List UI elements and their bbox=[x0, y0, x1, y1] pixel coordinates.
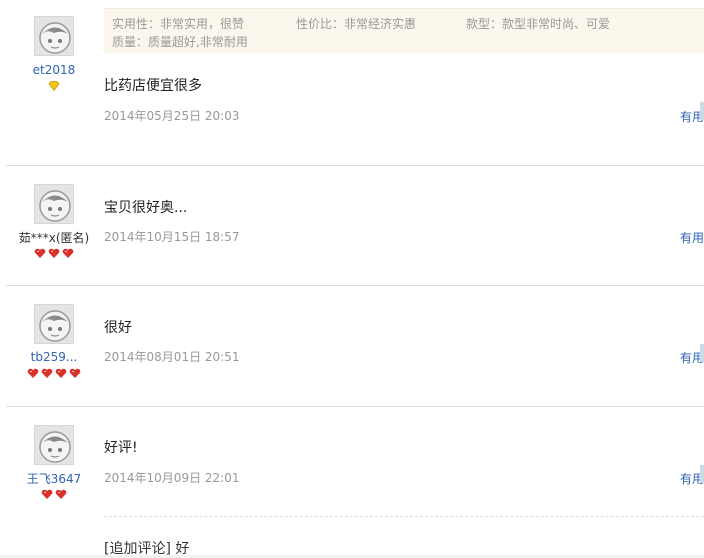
divider bbox=[6, 165, 704, 166]
review-date: 2014年10月15日 18:57 bbox=[104, 230, 240, 244]
scrollbar-edge[interactable] bbox=[700, 344, 704, 362]
review-tags-box: 实用性：非常实用，很赞 性价比：非常经济实惠 款型：款型非常时尚、可爱 质量：质… bbox=[104, 8, 704, 53]
reviewer-level bbox=[4, 489, 104, 500]
scrollbar-edge[interactable] bbox=[700, 102, 704, 120]
red-heart-icon bbox=[34, 248, 46, 258]
red-heart-icon bbox=[41, 489, 53, 499]
tag-value: 性价比：非常经济实惠 bbox=[296, 17, 417, 31]
avatar[interactable] bbox=[34, 16, 74, 56]
review-date: 2014年08月01日 20:51 bbox=[104, 350, 240, 364]
default-avatar-icon bbox=[39, 431, 71, 463]
red-heart-icon bbox=[48, 248, 60, 258]
red-heart-icon bbox=[55, 368, 67, 378]
scrollbar-edge[interactable] bbox=[700, 465, 704, 483]
reviewer-level bbox=[4, 248, 104, 259]
review-text: 好评! bbox=[104, 440, 138, 456]
useful-button[interactable]: 有用 bbox=[680, 229, 704, 246]
reviewer-name[interactable]: 王飞3647 bbox=[4, 470, 104, 487]
review-text: 宝贝很好奥... bbox=[104, 200, 188, 216]
reviewer-name[interactable]: tb259... bbox=[4, 350, 104, 364]
default-avatar-icon bbox=[39, 22, 71, 54]
tag-style: 款型：款型非常时尚、可爱 bbox=[466, 17, 611, 31]
tag-quality: 质量：质量超好,非常耐用 bbox=[112, 35, 248, 49]
red-heart-icon bbox=[55, 489, 67, 499]
avatar[interactable] bbox=[34, 425, 74, 465]
red-heart-icon bbox=[69, 368, 81, 378]
reviewer-name: 茹***x(匿名) bbox=[18, 231, 90, 245]
yellow-diamond-icon bbox=[48, 81, 60, 91]
avatar[interactable] bbox=[34, 304, 74, 344]
red-heart-icon bbox=[41, 368, 53, 378]
divider bbox=[6, 406, 704, 407]
avatar[interactable] bbox=[34, 184, 74, 224]
review-date: 2014年10月09日 22:01 bbox=[104, 471, 240, 485]
review-date: 2014年05月25日 20:03 bbox=[104, 109, 240, 123]
reviewer-level bbox=[4, 81, 104, 91]
red-heart-icon bbox=[62, 248, 74, 258]
default-avatar-icon bbox=[39, 310, 71, 342]
reviewer-name[interactable]: et2018 bbox=[4, 63, 104, 77]
review-text: 很好 bbox=[104, 320, 132, 336]
red-heart-icon bbox=[27, 368, 39, 378]
tag-practicality: 实用性：非常实用，很赞 bbox=[112, 17, 245, 31]
divider bbox=[6, 285, 704, 286]
review-text: 比药店便宜很多 bbox=[104, 78, 202, 94]
default-avatar-icon bbox=[39, 190, 71, 222]
reviewer-level bbox=[4, 368, 104, 379]
append-divider bbox=[104, 516, 704, 517]
